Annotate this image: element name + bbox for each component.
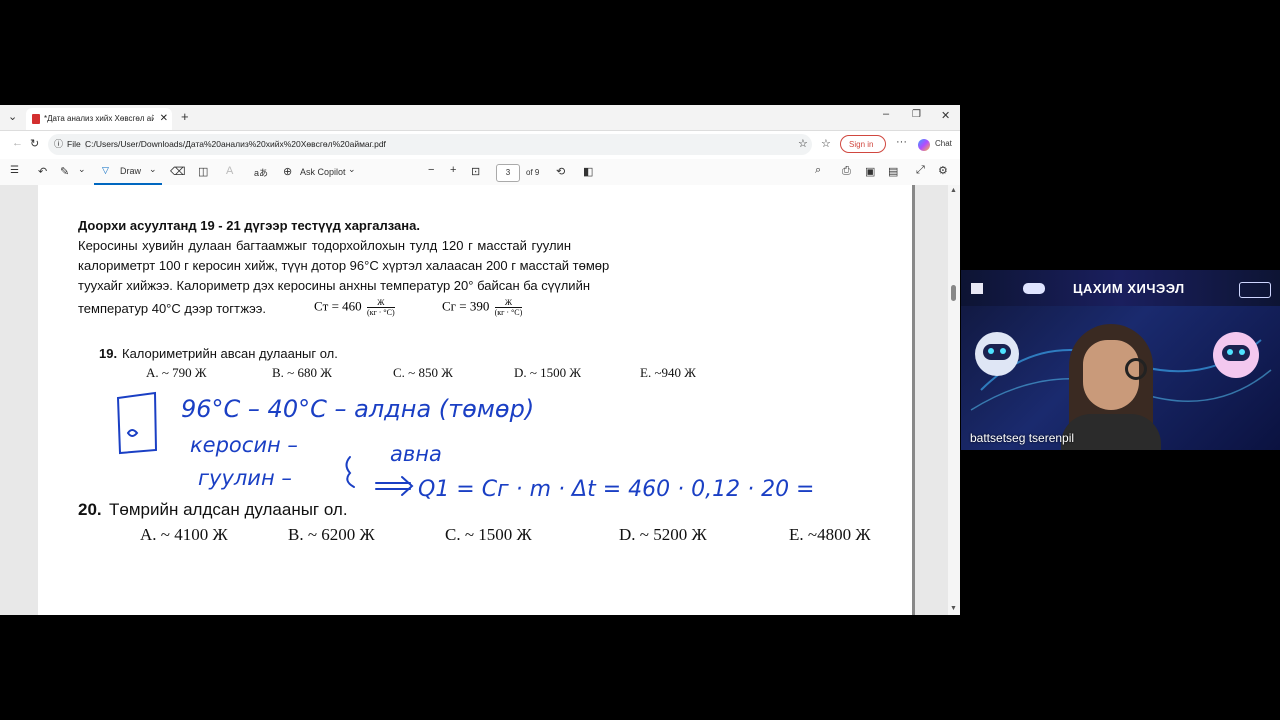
pdf-viewer[interactable]: Доорхи асуултанд 19 - 21 дүгээр тестүүд … [0,185,960,615]
undo-icon[interactable]: ↶ [38,165,47,178]
save-icon[interactable]: ▣ [865,165,875,178]
tab-title: *Дата анализ хийх Хөвсгөл аймаг [44,114,154,123]
settings-gear-icon[interactable]: ⚙ [938,164,948,177]
pdf-toolbar: ☰ ↶ ✎ ⌄ ▽ Draw ⌄ ⌫ ◫ A aあ ⊕ Ask Copilot … [0,159,960,186]
ink-line-4: Q1 = Cг · m · Δt = 460 · 0,12 · 20 = [418,477,815,502]
minimize-icon[interactable]: – [883,108,889,120]
draw-chevron-icon: ⌄ [149,164,157,174]
highlight-icon[interactable]: ✎ [60,165,69,178]
refresh-icon[interactable]: ↻ [30,137,39,150]
page-total: of 9 [526,168,540,177]
favorite-star-icon[interactable]: ☆ [798,134,808,155]
copilot-icon[interactable] [918,139,930,151]
close-window-icon[interactable]: ✕ [941,109,950,122]
pdf-file-icon [32,114,40,124]
browser-window: ⌄ *Дата анализ хийх Хөвсгөл аймаг ✕ + – … [0,105,960,615]
more-menu-button[interactable]: ··· [896,136,907,148]
fullscreen-icon[interactable]: ⤢ [916,164,925,177]
copilot-chevron-icon[interactable]: ⌄ [348,164,356,175]
ink-line-3: гуулин – [198,466,292,490]
pdf-page: Доорхи асуултанд 19 - 21 дүгээр тестүүд … [38,185,912,615]
scroll-down-icon[interactable]: ▼ [950,605,957,612]
save-as-icon[interactable]: ▤ [888,165,898,178]
new-tab-button[interactable]: + [181,109,189,124]
copilot-search-icon[interactable]: ⊕ [283,165,292,178]
zoom-out-button[interactable]: − [428,164,434,176]
draw-pen-icon: ▽ [102,165,109,175]
eraser-icon[interactable]: ⌫ [170,165,186,178]
print-icon[interactable]: ⎙ [842,165,851,178]
tab-close-icon[interactable]: ✕ [160,108,168,130]
participant-name: battsetseg tserenpil [970,431,1075,445]
draw-tool-button[interactable]: ▽ Draw ⌄ [94,159,162,185]
video-tile: ЦАХИМ ХИЧЭЭЛ battsetseg tserenpil [961,270,1280,450]
tab-bar: ⌄ *Дата анализ хийх Хөвсгөл аймаг ✕ + – … [0,105,960,131]
address-prefix: File [67,139,81,149]
ask-copilot-button[interactable]: Ask Copilot [300,167,346,177]
ink-line-1: 96°C – 40°C – алдна (төмөр) [181,395,534,423]
robot-left-icon [975,332,1019,376]
ink-line-2: керосин – [190,433,298,457]
rotate-icon[interactable]: ⟲ [556,165,565,178]
text-size-icon[interactable]: A [226,165,233,177]
url-text: C:/Users/User/Downloads/Дата%20анализ%20… [85,139,386,149]
page-edge [912,185,915,615]
sign-in-button[interactable]: Sign in [840,135,886,153]
favorites-icon[interactable]: ☆ [821,137,831,150]
ink-annotations: 96°C – 40°C – алдна (төмөр) керосин – ав… [116,391,815,502]
page-number-input[interactable]: 3 [496,164,520,182]
ink-brace [345,456,355,488]
address-bar[interactable]: ⓘ File | C:/Users/User/Downloads/Дата%20… [48,134,812,155]
tab-pdf-document[interactable]: *Дата анализ хийх Хөвсгөл аймаг ✕ [26,108,172,130]
vertical-scrollbar[interactable]: ▲ ▼ [948,185,960,615]
highlight-chevron-icon[interactable]: ⌄ [78,164,86,175]
zoom-in-button[interactable]: + [450,164,456,176]
scroll-up-icon[interactable]: ▲ [950,187,957,194]
ink-calorimeter-drawing [116,391,158,455]
contents-icon[interactable]: ☰ [10,165,19,176]
draw-label: Draw [120,166,142,176]
page-view-icon[interactable]: ◫ [198,165,208,178]
info-icon[interactable]: ⓘ [54,134,63,155]
fit-page-icon[interactable]: ⊡ [471,165,480,178]
ink-arrow [375,476,414,496]
search-icon[interactable]: ⌕ [815,164,821,177]
maximize-icon[interactable]: ❐ [912,109,921,120]
two-page-icon[interactable]: ◧ [583,165,593,178]
robot-right-icon [1213,332,1259,378]
scroll-thumb[interactable] [951,285,956,301]
address-bar-row: ← ↻ ⓘ File | C:/Users/User/Downloads/Дат… [0,131,960,160]
chat-button[interactable]: Chat [935,139,952,148]
tab-actions-chevron-icon[interactable]: ⌄ [8,110,17,123]
back-icon[interactable]: ← [12,137,23,149]
sign-in-label: Sign in [849,140,874,149]
read-aloud-icon[interactable]: aあ [254,166,268,179]
ink-brace-word: авна [390,442,442,466]
